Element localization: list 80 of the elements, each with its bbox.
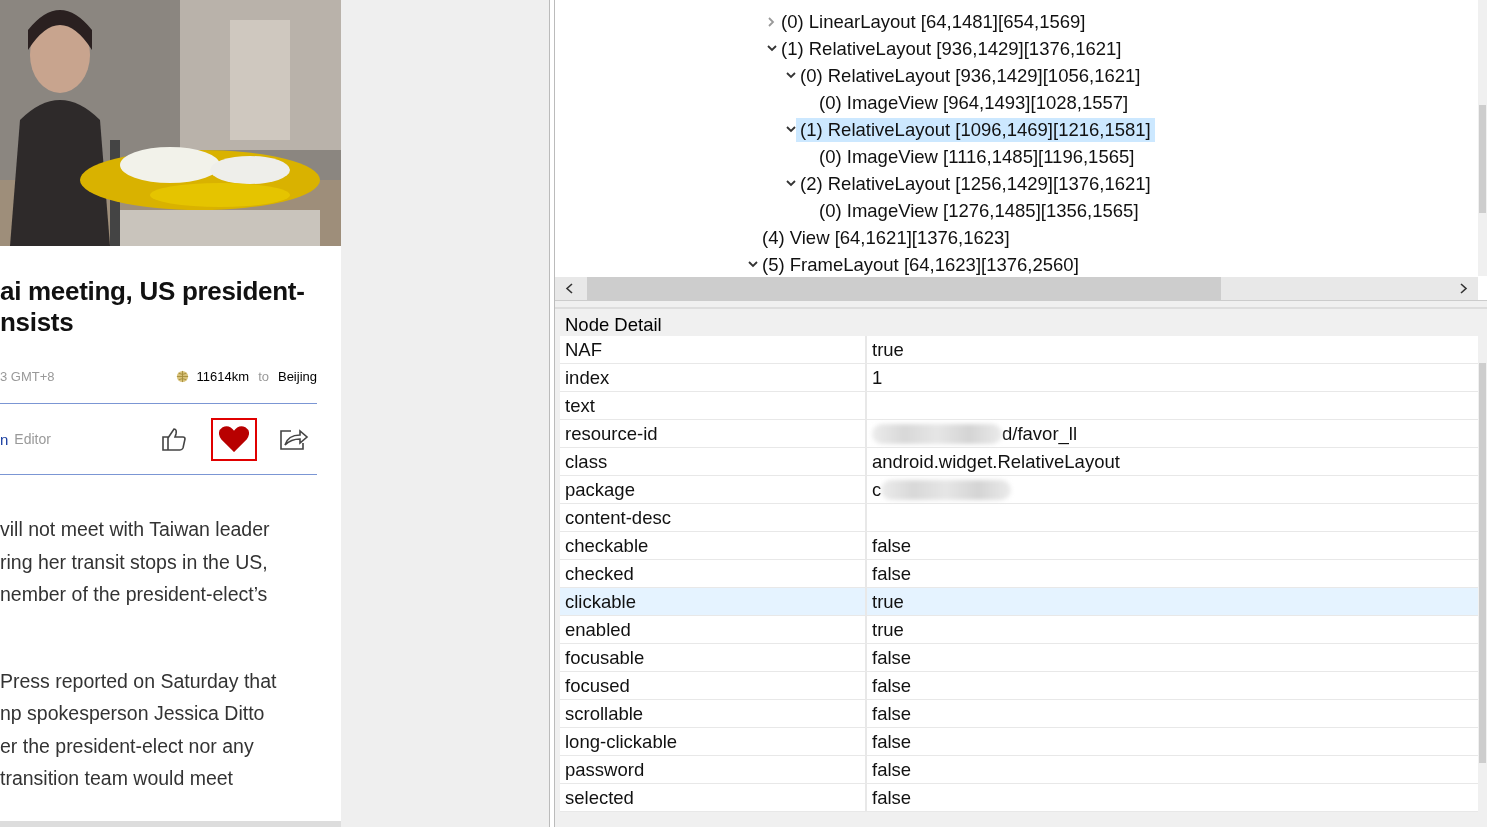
tree-node[interactable]: (2) RelativeLayout [1256,1429][1376,1621]: [796, 171, 1155, 196]
tree-node[interactable]: (0) ImageView [1276,1485][1356,1565]: [815, 198, 1143, 223]
property-name: password: [560, 756, 867, 783]
property-row[interactable]: focusable false: [560, 644, 1478, 672]
property-row[interactable]: package c: [560, 476, 1478, 504]
property-name: text: [560, 392, 867, 419]
property-row[interactable]: text: [560, 392, 1478, 420]
property-name: focusable: [560, 644, 867, 671]
tree-node[interactable]: (1) RelativeLayout [936,1429][1376,1621]: [777, 36, 1126, 61]
vertical-scrollbar[interactable]: [1478, 0, 1487, 276]
property-value: false: [872, 730, 912, 754]
horizontal-scrollbar[interactable]: [555, 277, 1478, 300]
property-name: NAF: [560, 336, 867, 363]
tree-node[interactable]: (0) LinearLayout [64,1481][654,1569]: [777, 9, 1090, 34]
property-value: true: [872, 618, 904, 642]
property-value: false: [872, 534, 912, 558]
property-value: false: [872, 758, 912, 782]
collapse-caret-icon[interactable]: [785, 72, 796, 79]
distance-to: to: [258, 368, 269, 384]
tree-node[interactable]: (0) RelativeLayout [936,1429][1056,1621]: [796, 63, 1145, 88]
article-paragraph: vill not meet with Taiwan leader ring her transit stops in the US, nember of the president-elect’s: [0, 517, 271, 607]
property-row[interactable]: selected false: [560, 784, 1478, 812]
group-title: Node Detail: [564, 313, 663, 336]
property-name: package: [560, 476, 867, 503]
globe-icon: [175, 369, 189, 383]
tree-node[interactable]: (0) ImageView [1116,1485][1196,1565]: [815, 144, 1139, 169]
share-icon: [279, 427, 309, 451]
article-paragraph: Press reported on Saturday that np spokesperson Jessica Ditto er the president-elect nor any transition team would meet: [0, 668, 278, 791]
property-name: clickable: [560, 588, 867, 615]
property-value: true: [872, 338, 904, 362]
property-row[interactable]: content-desc: [560, 504, 1478, 532]
property-row[interactable]: enabled true: [560, 616, 1478, 644]
property-value: false: [872, 702, 912, 726]
collapse-caret-icon[interactable]: [785, 180, 796, 187]
favorite-button[interactable]: [211, 417, 257, 461]
property-row[interactable]: NAF true: [560, 336, 1478, 364]
property-name: resource-id: [560, 420, 867, 447]
property-name: scrollable: [560, 700, 867, 727]
property-value: false: [872, 646, 912, 670]
tree-node[interactable]: (4) View [64,1621][1376,1623]: [758, 225, 1014, 250]
property-value: false: [872, 786, 912, 810]
expand-caret-icon[interactable]: [768, 16, 775, 27]
property-name: selected: [560, 784, 867, 811]
distance: 11614km: [196, 368, 250, 384]
collapse-caret-icon[interactable]: [766, 45, 777, 52]
tree-node[interactable]: (5) FrameLayout [64,1623][1376,2560]: [758, 252, 1083, 277]
property-row[interactable]: scrollable false: [560, 700, 1478, 728]
property-name: checkable: [560, 532, 867, 559]
property-value: c: [872, 478, 882, 502]
tree-node[interactable]: (1) RelativeLayout [1096,1469][1216,1581]: [796, 117, 1155, 142]
heart-icon: [219, 426, 249, 452]
city: Beijing: [277, 368, 317, 384]
property-name: long-clickable: [560, 728, 867, 755]
author-name: n: [0, 430, 9, 448]
property-name: class: [560, 448, 867, 475]
property-value: true: [872, 590, 904, 614]
property-value: d/favor_ll: [1002, 422, 1078, 447]
collapse-caret-icon[interactable]: [747, 261, 758, 268]
property-row[interactable]: focused false: [560, 672, 1478, 700]
property-value: 1: [872, 366, 883, 390]
author-role: Editor: [14, 431, 51, 447]
property-row[interactable]: long-clickable false: [560, 728, 1478, 756]
property-name: focused: [560, 672, 867, 699]
property-value: false: [872, 674, 912, 698]
property-row[interactable]: clickable true: [560, 588, 1478, 616]
property-name: content-desc: [560, 504, 867, 531]
publish-time: 3 GMT+8: [0, 368, 55, 384]
collapse-caret-icon[interactable]: [785, 126, 796, 133]
headline: ai meeting, US president- nsists: [0, 276, 306, 338]
property-name: enabled: [560, 616, 867, 643]
property-value: false: [872, 562, 912, 586]
property-value: android.widget.RelativeLayout: [872, 450, 1120, 474]
tree-node[interactable]: (0) ImageView [964,1493][1028,1557]: [815, 90, 1133, 115]
property-row[interactable]: index 1: [560, 364, 1478, 392]
property-row[interactable]: resource-id d/favor_ll: [560, 420, 1478, 448]
property-name: index: [560, 364, 867, 391]
property-row[interactable]: checkable false: [560, 532, 1478, 560]
property-row[interactable]: class android.widget.RelativeLayout: [560, 448, 1478, 476]
property-row[interactable]: password false: [560, 756, 1478, 784]
thumbs-up-icon: [161, 426, 187, 452]
